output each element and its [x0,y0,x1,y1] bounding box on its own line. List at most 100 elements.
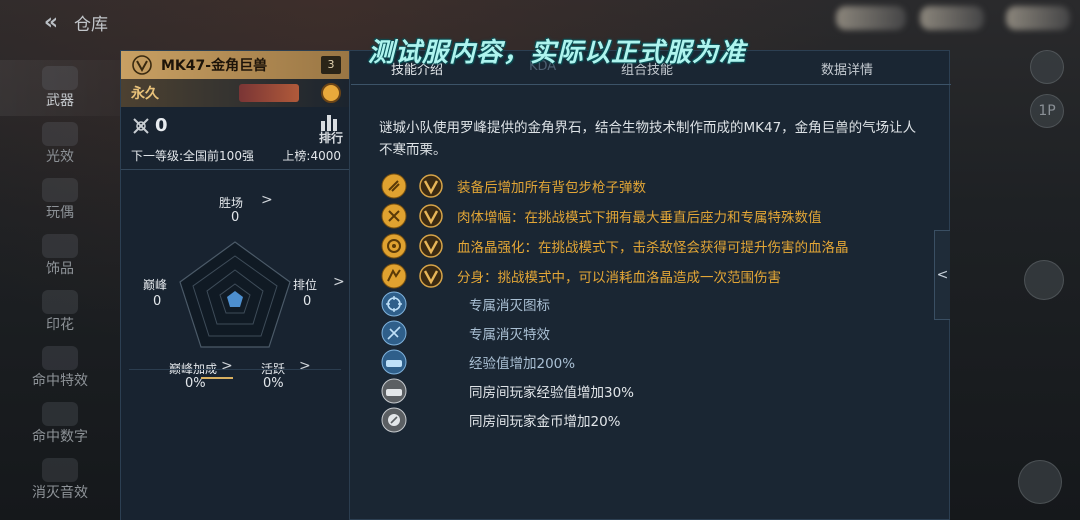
view-toggle-button[interactable]: 1P [1030,94,1064,128]
ability-row: 同房间玩家金币增加20% [381,407,941,433]
room-exp-icon [381,378,407,404]
ability-text: 同房间玩家金币增加20% [469,414,621,430]
nav-item-light-effects[interactable]: 光效 [0,116,120,172]
view-toggle-label: 1P [1038,103,1056,119]
chevron-right-icon: > [333,274,345,290]
rank-value: 0 [155,115,168,136]
rank-stat-value: 0 [303,294,312,309]
wins-value: 0 [231,210,240,225]
divider [129,369,341,370]
exp-icon [381,349,407,375]
blurred-currency-3 [1006,6,1070,30]
chevron-right-icon: > [221,358,233,374]
weapon-count-badge: 3 [321,56,341,74]
nav-item-label: 印花 [46,317,74,333]
test-server-watermark: 测试服内容，实际以正式服为准 [368,38,747,68]
weapon-card-header: MK47-金角巨兽 3 [121,51,349,79]
nav-item-label: 命中特效 [32,373,88,389]
peak-value: 0 [153,294,162,309]
blurred-currency-1 [836,6,906,30]
ability-text: 装备后增加所有背包步枪子弹数 [457,180,646,196]
duration-label: 永久 [131,86,159,102]
ability-row: 肉体增幅：在挑战模式下拥有最大垂直后座力和专属特殊数值 [381,203,941,229]
active-value: 0% [263,376,284,391]
weapon-card: MK47-金角巨兽 3 永久 0 排行 下一等级:全国前100强 上榜:4000 [121,51,350,520]
kill-icon-icon [381,291,407,317]
nav-item-dolls[interactable]: 玩偶 [0,172,120,228]
body-boost-icon [381,203,407,229]
nav-item-stickers[interactable]: 印花 [0,284,120,340]
room-coin-icon [381,407,407,433]
ability-row: 血洛晶强化：在挑战模式下，击杀敌怪会获得可提升伤害的血洛晶 [381,233,941,259]
nav-item-accessories[interactable]: 饰品 [0,228,120,284]
weapon-duration-row: 永久 [121,79,349,107]
kill-sound-icon [42,458,78,482]
chevron-right-icon: > [261,192,273,208]
rank-label: 排位 [293,278,318,292]
page-title: 仓库 [74,14,108,35]
nav-item-label: 命中数字 [32,429,88,445]
nav-item-label: 光效 [46,149,74,165]
ability-text: 血洛晶强化：在挑战模式下，击杀敌怪会获得可提升伤害的血洛晶 [457,240,849,256]
nav-item-weapons[interactable]: 武器 [0,60,120,116]
next-level-text: 下一等级:全国前100强 [131,149,254,163]
nav-item-label: 饰品 [46,261,74,277]
nav-item-label: 武器 [46,93,74,109]
ability-text: 经验值增加200% [469,356,576,372]
hit-number-icon [42,402,78,426]
clone-icon [381,263,407,289]
v-badge-icon [419,234,443,258]
v-badge-icon [419,174,443,198]
accessory-icon [42,234,78,258]
ability-text: 分身：挑战模式中，可以消耗血洛晶造成一次范围伤害 [457,270,781,286]
nav-item-label: 消灭音效 [32,485,88,501]
doll-icon [42,178,78,202]
weapon-action-icon[interactable] [1024,260,1064,300]
weapon-name: MK47-金角巨兽 [161,58,268,74]
settings-gear-icon[interactable] [1030,50,1064,84]
nav-item-hit-numbers[interactable]: 命中数字 [0,396,120,452]
weapon-detail-panel: MK47-金角巨兽 3 永久 0 排行 下一等级:全国前100强 上榜:4000 [120,50,951,520]
ability-text: 专属消灭特效 [469,327,550,343]
tab-data-details[interactable]: 数据详情 [821,59,873,78]
chevron-right-icon: > [299,358,311,374]
ability-row: 专属消灭图标 [381,291,941,317]
ability-text: 肉体增幅：在挑战模式下拥有最大垂直后座力和专属特殊数值 [457,210,822,226]
chevron-left-icon: < [936,267,949,283]
radar-chart: 胜场 > 0 巅峰 0 排位 > 0 巅峰加成 > 0% 活跃 > 0% [121,170,349,410]
blurred-currency-2 [920,6,984,30]
peak-label: 巅峰 [143,278,168,292]
ability-row: 分身：挑战模式中，可以消耗血洛晶造成一次范围伤害 [381,263,941,289]
rank-trophy-icon [131,117,151,139]
ability-row: 专属消灭特效 [381,320,941,346]
weapon-icon [42,66,78,90]
rank-stat-button[interactable]: 排位 [293,276,317,293]
leaderboard-label: 排行 [318,131,343,145]
ability-row: 装备后增加所有背包步枪子弹数 [381,173,941,199]
rank-stats: 0 排行 下一等级:全国前100强 上榜:4000 [121,107,349,169]
nav-item-label: 玩偶 [46,205,74,221]
leaderboard-threshold: 上榜:4000 [282,149,341,163]
medal-icon[interactable] [321,83,341,103]
crystal-icon [381,233,407,259]
light-effect-icon [42,122,78,146]
ammo-icon [381,173,407,199]
ability-text: 专属消灭图标 [469,298,550,314]
weapon-skin-tag-icon [239,84,299,102]
kill-effect-icon [381,320,407,346]
back-chevron-icon: « [43,9,58,35]
v-badge-icon [419,264,443,288]
ability-row: 经验值增加200% [381,349,941,375]
ability-row: 同房间玩家经验值增加30% [381,378,941,404]
expand-panel-button[interactable]: < [934,230,950,320]
nav-item-kill-sounds[interactable]: 消灭音效 [0,452,120,508]
nav-item-hit-effects[interactable]: 命中特效 [0,340,120,396]
fire-action-icon[interactable] [1018,460,1062,504]
v-tier-badge-icon [131,54,153,76]
back-button[interactable]: « [28,2,68,42]
v-badge-icon [419,204,443,228]
weapon-description: 谜城小队使用罗峰提供的金角界石，结合生物技术制作而成的MK47，金角巨兽的气场让… [379,120,917,158]
page-indicator [201,377,233,379]
wins-label: 胜场 [219,196,244,210]
wins-stat-button[interactable]: 胜场 [219,194,243,211]
